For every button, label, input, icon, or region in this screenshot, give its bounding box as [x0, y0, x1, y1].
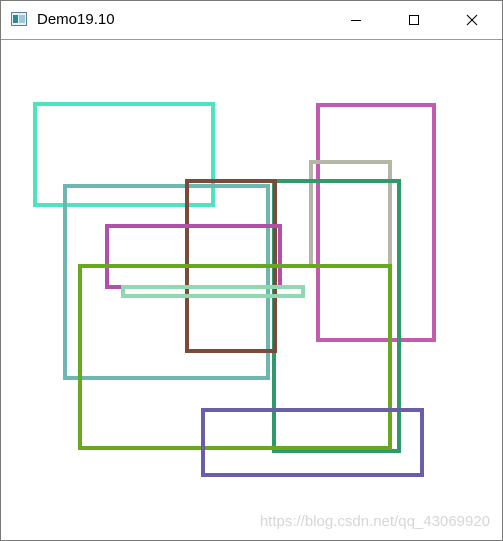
rectangles-group: [33, 102, 436, 477]
close-button[interactable]: [443, 1, 501, 39]
rect-olive-green: [78, 264, 392, 450]
minimize-icon: [351, 20, 361, 21]
maximize-button[interactable]: [385, 1, 443, 39]
minimize-button[interactable]: [327, 1, 385, 39]
close-icon: [466, 14, 478, 26]
app-icon: [11, 12, 27, 26]
rect-purple-small: [105, 224, 282, 289]
rect-pink-right: [316, 103, 436, 342]
title-bar[interactable]: Demo19.10: [1, 1, 502, 40]
app-window: Demo19.10 https://blog.csdn.net/qq_43069…: [0, 0, 503, 541]
drawing-canvas: [33, 102, 436, 477]
watermark-text: https://blog.csdn.net/qq_43069920: [259, 513, 490, 530]
window-title: Demo19.10: [37, 11, 115, 28]
rect-grey-right: [309, 160, 392, 268]
maximize-icon: [409, 15, 419, 25]
